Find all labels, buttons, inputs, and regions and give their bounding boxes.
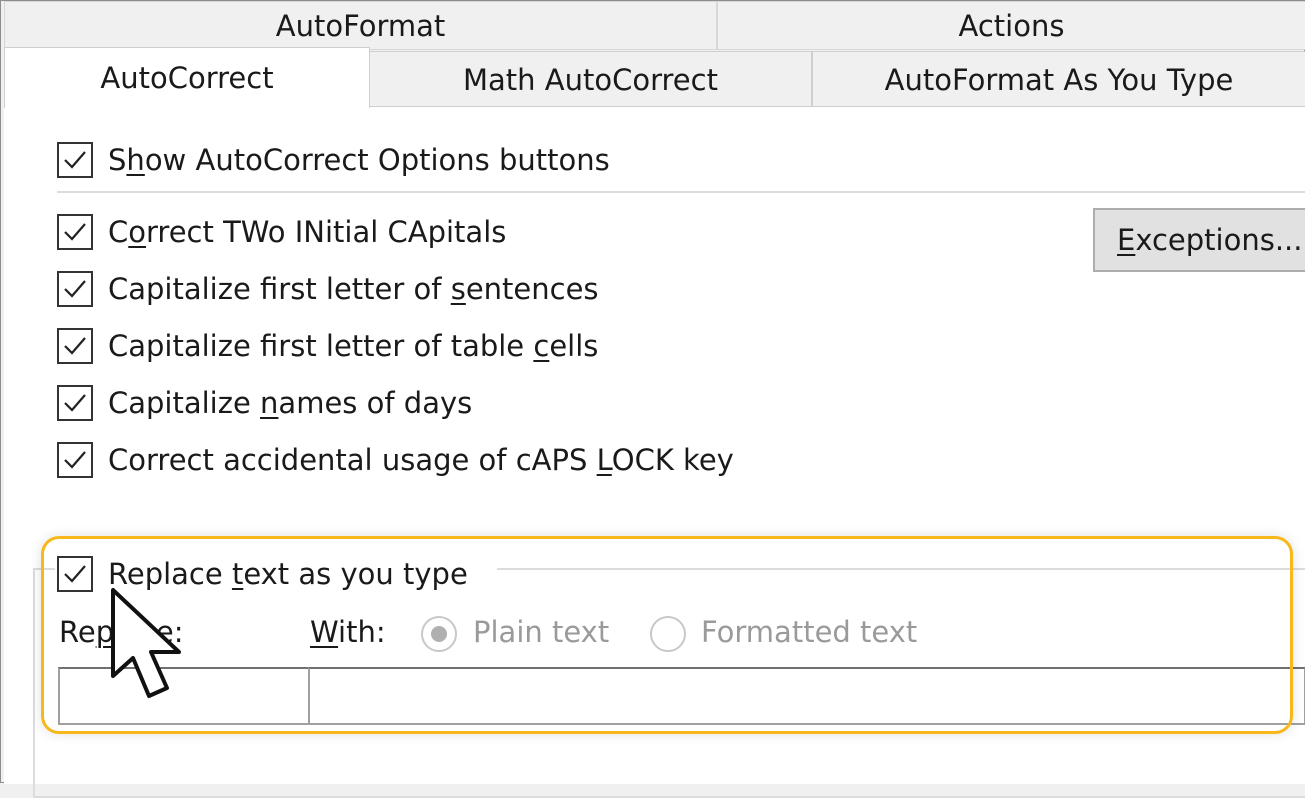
capitalize-days-label: Capitalize names of days: [108, 386, 473, 420]
capitalize-table-cells-option[interactable]: Capitalize first letter of table cells: [57, 328, 598, 364]
show-autocorrect-options-option[interactable]: Show AutoCorrect Options buttons: [57, 142, 610, 178]
correct-two-initial-capitals-option[interactable]: Correct TWo INitial CApitals: [57, 214, 506, 250]
checkmark-icon: [64, 451, 86, 469]
replace-text-as-you-type-checkbox[interactable]: [57, 556, 93, 592]
capitalize-days-option[interactable]: Capitalize names of days: [57, 385, 472, 421]
caps-lock-label: Correct accidental usage of cAPS LOCK ke…: [108, 443, 734, 477]
checkmark-icon: [64, 280, 86, 298]
exceptions-button[interactable]: Exceptions...: [1093, 208, 1305, 272]
mouse-pointer-icon: [111, 588, 181, 698]
caps-lock-option[interactable]: Correct accidental usage of cAPS LOCK ke…: [57, 442, 734, 478]
capitalize-sentences-option[interactable]: Capitalize first letter of sentences: [57, 271, 599, 307]
correct-two-initial-capitals-checkbox[interactable]: [57, 214, 93, 250]
checkmark-icon: [64, 394, 86, 412]
show-autocorrect-options-checkbox[interactable]: [57, 142, 93, 178]
tab-autocorrect[interactable]: AutoCorrect: [4, 47, 370, 108]
tab-autoformat[interactable]: AutoFormat: [4, 1, 717, 50]
autocorrect-dialog: AutoFormat Actions Math AutoCorrect Auto…: [0, 0, 1305, 798]
correct-two-initial-capitals-label: Correct TWo INitial CApitals: [108, 215, 507, 249]
tab-math-autocorrect[interactable]: Math AutoCorrect: [369, 51, 812, 107]
tab-actions[interactable]: Actions: [717, 1, 1305, 50]
show-autocorrect-options-label: Show AutoCorrect Options buttons: [108, 143, 610, 177]
checkmark-icon: [64, 337, 86, 355]
checkmark-icon: [64, 151, 86, 169]
checkmark-icon: [64, 223, 86, 241]
caps-lock-checkbox[interactable]: [57, 442, 93, 478]
capitalize-table-cells-label: Capitalize first letter of table cells: [108, 329, 599, 363]
tab-autoformat-as-you-type[interactable]: AutoFormat As You Type: [812, 51, 1305, 107]
capitalize-table-cells-checkbox[interactable]: [57, 328, 93, 364]
capitalize-days-checkbox[interactable]: [57, 385, 93, 421]
divider: [57, 191, 1305, 193]
checkmark-icon: [64, 565, 86, 583]
capitalize-sentences-checkbox[interactable]: [57, 271, 93, 307]
capitalize-sentences-label: Capitalize first letter of sentences: [108, 272, 599, 306]
